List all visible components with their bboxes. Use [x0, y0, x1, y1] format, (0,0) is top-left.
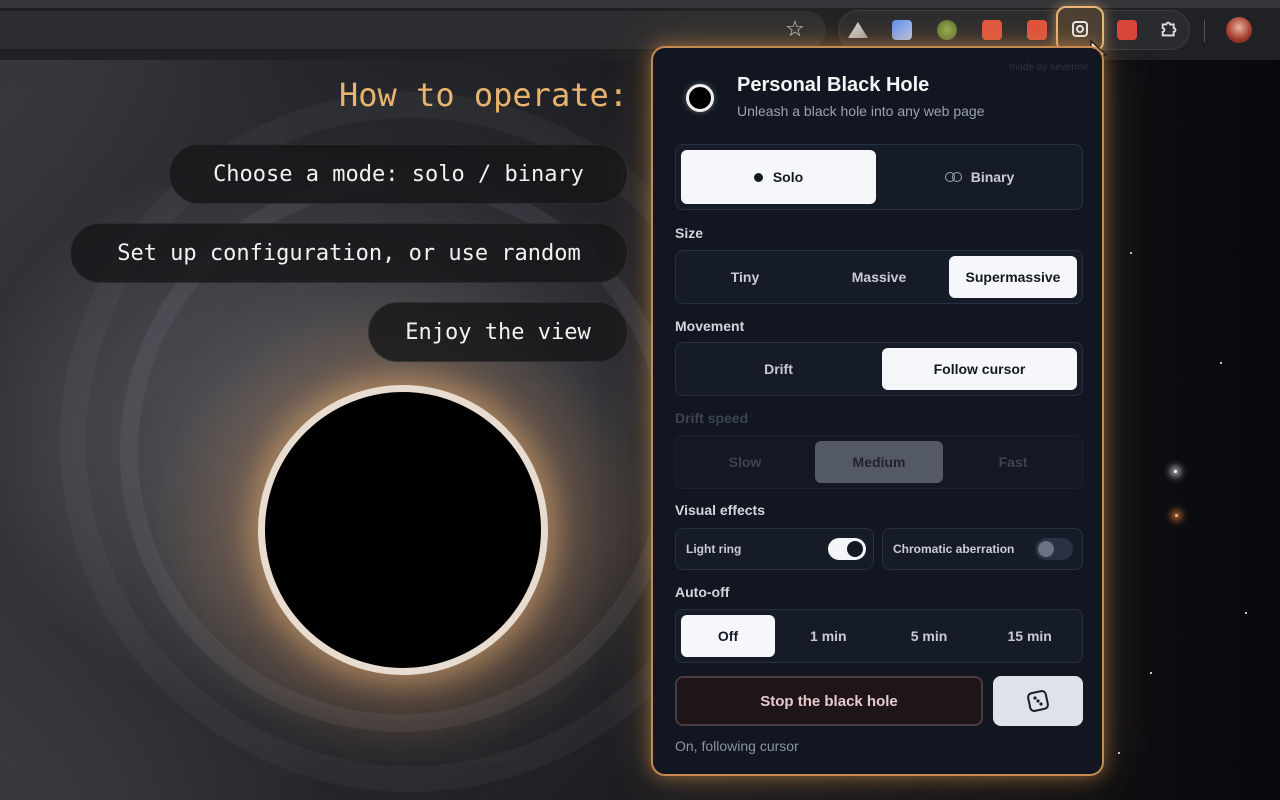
size-label: Size	[675, 225, 704, 241]
random-config-button[interactable]	[993, 676, 1083, 726]
size-supermassive-button[interactable]: Supermassive	[949, 256, 1077, 298]
star-icon[interactable]: ☆	[780, 14, 810, 44]
made-by-credit: made by severmx	[1009, 62, 1088, 73]
movement-selector: Drift Follow cursor	[675, 342, 1083, 396]
drift-speed-medium-button[interactable]: Medium	[815, 441, 943, 483]
extension-red-icon-2[interactable]	[1027, 20, 1047, 40]
drift-speed-selector: Slow Medium Fast	[675, 435, 1083, 489]
popup-title: Personal Black Hole	[737, 74, 930, 96]
binary-rings-icon	[944, 172, 963, 182]
star	[1130, 252, 1132, 254]
step-configuration: Set up configuration, or use random	[70, 223, 628, 283]
star	[1174, 470, 1177, 473]
mode-solo-label: Solo	[772, 169, 804, 185]
chromatic-aberration-card: Chromatic aberration	[882, 528, 1083, 570]
size-tiny-button[interactable]: Tiny	[681, 256, 809, 298]
popup-subtitle: Unleash a black hole into any web page	[737, 103, 985, 119]
star	[1245, 612, 1247, 614]
auto-off-off-button[interactable]: Off	[681, 615, 775, 657]
movement-label: Movement	[675, 318, 745, 334]
mode-solo-button[interactable]: Solo	[681, 150, 876, 204]
address-bar[interactable]	[0, 11, 826, 49]
dice-icon	[1027, 690, 1049, 712]
extension-red-icon[interactable]	[982, 20, 1002, 40]
auto-off-1min-button[interactable]: 1 min	[781, 615, 876, 657]
drift-speed-label: Drift speed	[675, 410, 749, 426]
star	[1220, 362, 1222, 364]
chromatic-aberration-toggle[interactable]	[1035, 538, 1073, 560]
how-to-heading: How to operate:	[339, 76, 628, 114]
extension-red-icon-3[interactable]	[1117, 20, 1137, 40]
step-choose-mode: Choose a mode: solo / binary	[169, 144, 628, 204]
profile-avatar[interactable]	[1226, 17, 1252, 43]
black-hole	[258, 385, 548, 675]
drift-speed-slow-button[interactable]: Slow	[681, 441, 809, 483]
light-ring-card: Light ring	[675, 528, 874, 570]
puzzle-icon[interactable]	[1158, 18, 1182, 42]
mode-binary-label: Binary	[970, 169, 1015, 185]
extension-green-icon[interactable]	[937, 20, 957, 40]
mode-binary-button[interactable]: Binary	[882, 150, 1077, 204]
drift-speed-fast-button[interactable]: Fast	[949, 441, 1077, 483]
stop-black-hole-button[interactable]: Stop the black hole	[675, 676, 983, 726]
size-massive-button[interactable]: Massive	[815, 256, 943, 298]
extension-translate-icon[interactable]	[892, 20, 912, 40]
mode-selector: Solo Binary	[675, 144, 1083, 210]
auto-off-15min-button[interactable]: 15 min	[982, 615, 1077, 657]
chromatic-aberration-label: Chromatic aberration	[893, 542, 1015, 556]
auto-off-selector: Off 1 min 5 min 15 min	[675, 609, 1083, 663]
star	[1118, 752, 1120, 754]
light-ring-label: Light ring	[686, 542, 742, 556]
auto-off-5min-button[interactable]: 5 min	[882, 615, 977, 657]
solo-dot-icon	[753, 172, 763, 182]
extension-popup: made by severmx Personal Black Hole Unle…	[651, 46, 1104, 776]
movement-drift-button[interactable]: Drift	[681, 348, 876, 390]
black-hole-logo-icon	[686, 84, 714, 112]
size-selector: Tiny Massive Supermassive	[675, 250, 1083, 304]
extensions-area	[838, 10, 1190, 50]
star	[1175, 514, 1178, 517]
movement-follow-cursor-button[interactable]: Follow cursor	[882, 348, 1077, 390]
visual-effects-label: Visual effects	[675, 502, 766, 518]
star	[1150, 672, 1152, 674]
step-enjoy-view: Enjoy the view	[368, 302, 628, 362]
auto-off-label: Auto-off	[675, 584, 730, 600]
status-text: On, following cursor	[675, 738, 799, 754]
light-ring-toggle[interactable]	[828, 538, 866, 560]
